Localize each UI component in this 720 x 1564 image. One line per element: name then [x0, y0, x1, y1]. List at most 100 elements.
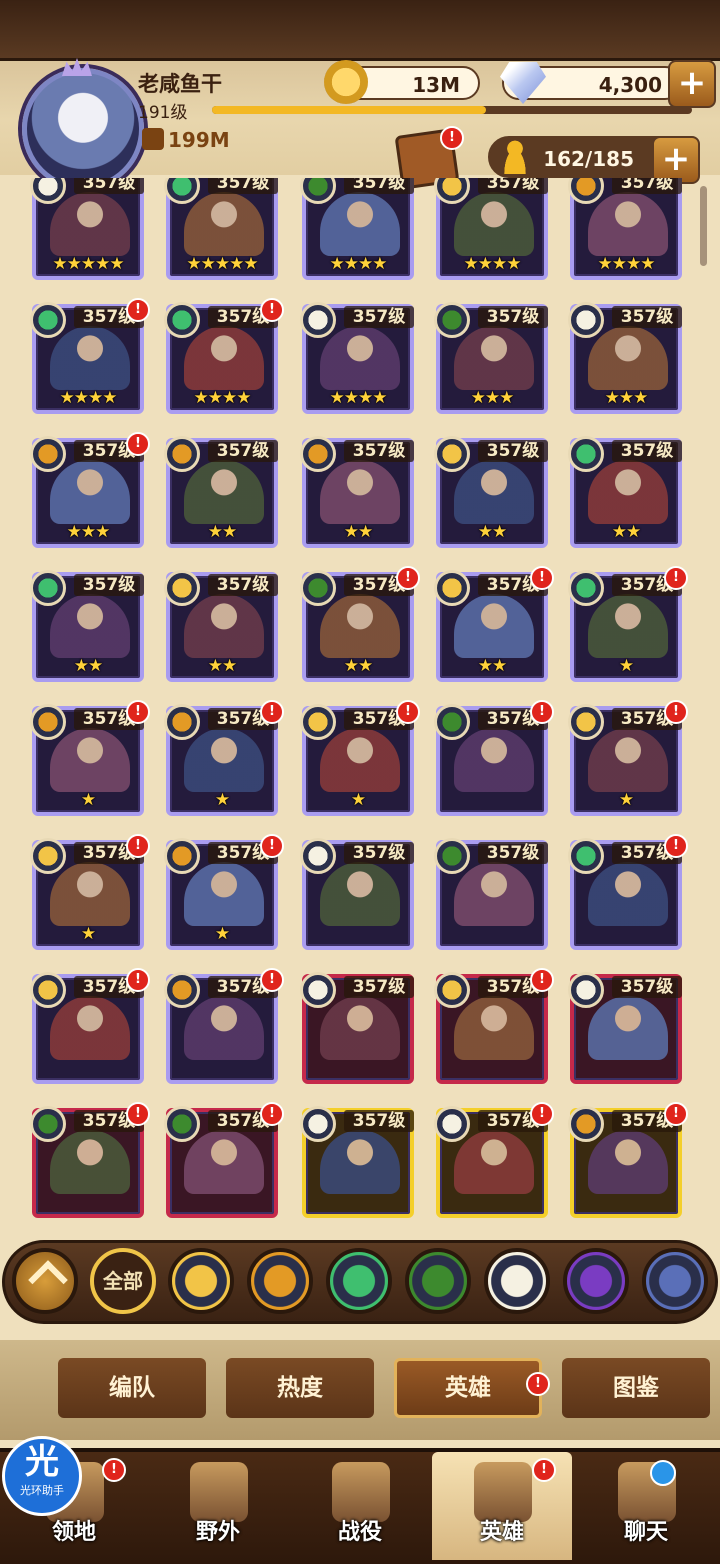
- hero-card[interactable]: 357级!: [164, 1102, 284, 1218]
- hero-card[interactable]: 357级 ★!: [300, 700, 420, 816]
- assistant-button[interactable]: 光 光环助手: [2, 1436, 82, 1516]
- hero-card[interactable]: 357级: [300, 1106, 414, 1218]
- hero-card[interactable]: 357级 ★★★!: [30, 432, 150, 548]
- hero-level: 357级: [344, 842, 414, 864]
- hero-card[interactable]: 357级 ★!: [30, 834, 150, 950]
- gold-coin-icon: [324, 60, 368, 104]
- filter-dimensional-button[interactable]: [642, 1248, 708, 1314]
- hero-card[interactable]: 357级: [434, 838, 548, 950]
- hero-card[interactable]: 357级 ★★: [300, 436, 414, 548]
- hero-card[interactable]: 357级 ★★★★★: [164, 178, 278, 280]
- hero-card[interactable]: 357级 ★★★★: [434, 178, 548, 280]
- nav-chat[interactable]: 聊天: [576, 1452, 716, 1560]
- hero-stars: ★★: [73, 656, 103, 676]
- mauler-faction-icon: [568, 1106, 604, 1142]
- hero-card[interactable]: 357级!: [434, 1102, 554, 1218]
- graveborn-faction-icon: [434, 704, 470, 740]
- wilder-faction-icon: [568, 838, 604, 874]
- filter-hypogean-button[interactable]: [563, 1248, 629, 1314]
- hero-card[interactable]: 357级!: [30, 1102, 150, 1218]
- hero-card[interactable]: 357级 ★!: [30, 700, 150, 816]
- hero-alert-badge: !: [530, 1102, 554, 1126]
- hero-portrait: [184, 996, 264, 1060]
- player-avatar[interactable]: [22, 68, 144, 190]
- hero-stars: ★: [80, 924, 96, 944]
- add-hero-slots-button[interactable]: +: [652, 136, 700, 184]
- hero-card[interactable]: 357级 ★★★★: [300, 178, 414, 280]
- hero-portrait: [588, 192, 668, 256]
- hero-portrait: [50, 996, 130, 1060]
- hero-stars: ★★★★: [329, 388, 388, 408]
- hero-card[interactable]: 357级 ★★★: [434, 302, 548, 414]
- hero-portrait: [588, 728, 668, 792]
- hero-card[interactable]: 357级 ★!: [164, 834, 284, 950]
- collapse-filter-button[interactable]: [12, 1248, 78, 1314]
- hero-card[interactable]: 357级!: [568, 1102, 688, 1218]
- hero-card[interactable]: 357级 ★!: [568, 566, 688, 682]
- nav-wilds[interactable]: 野外: [148, 1452, 288, 1560]
- hero-alert-badge: !: [260, 700, 284, 724]
- filter-lightbearer-button[interactable]: [168, 1248, 234, 1314]
- filter-all-button[interactable]: 全部: [90, 1248, 156, 1314]
- hero-alert-badge: !: [664, 566, 688, 590]
- hero-stars: ★★★★: [59, 388, 118, 408]
- hero-card[interactable]: 357级 ★★!: [434, 566, 554, 682]
- hero-card[interactable]: 357级 ★★★★★: [30, 178, 144, 280]
- hero-level: 357级: [478, 178, 548, 194]
- hero-stars: ★★★★: [193, 388, 252, 408]
- hero-card[interactable]: 357级: [568, 972, 682, 1084]
- hero-card[interactable]: 357级 ★★: [30, 570, 144, 682]
- hero-card[interactable]: 357级!: [434, 700, 554, 816]
- graveborn-faction-icon: [434, 302, 470, 338]
- filter-celestial-button[interactable]: [484, 1248, 550, 1314]
- hero-card[interactable]: 357级!: [434, 968, 554, 1084]
- hero-portrait: [50, 326, 130, 390]
- hero-card[interactable]: 357级 ★★: [164, 436, 278, 548]
- tab-popularity[interactable]: 热度: [226, 1358, 374, 1418]
- hero-card[interactable]: 357级: [300, 972, 414, 1084]
- filter-wilder-button[interactable]: [326, 1248, 392, 1314]
- hero-portrait: [184, 326, 264, 390]
- hero-card[interactable]: 357级!: [164, 968, 284, 1084]
- sword-shield-icon: [332, 1462, 390, 1522]
- hero-card[interactable]: 357级 ★!: [568, 700, 688, 816]
- hero-alert-badge: !: [260, 1102, 284, 1126]
- hero-portrait: [184, 460, 264, 524]
- hero-grid: 357级 ★★★★★ 357级 ★★★★★ 357级 ★★★★ 357级 ★★★★ 357级 ★★…: [26, 178, 696, 1218]
- grid-scrollbar[interactable]: [700, 186, 707, 266]
- hero-card[interactable]: 357级!: [30, 968, 150, 1084]
- wilder-faction-icon: [30, 570, 66, 606]
- add-gems-button[interactable]: +: [668, 60, 716, 108]
- nav-campaign[interactable]: 战役: [290, 1452, 430, 1560]
- tab-collection[interactable]: 图鉴: [562, 1358, 710, 1418]
- hero-card[interactable]: 357级!: [568, 834, 688, 950]
- hero-card[interactable]: 357级 ★★★★: [300, 302, 414, 414]
- hero-portrait: [50, 728, 130, 792]
- hero-stars: ★★: [343, 656, 373, 676]
- hero-card[interactable]: 357级 ★★★: [568, 302, 682, 414]
- hero-card[interactable]: 357级 ★★★★!: [30, 298, 150, 414]
- hero-alert-badge: !: [126, 968, 150, 992]
- hero-alert-badge: !: [396, 566, 420, 590]
- tab-heroes[interactable]: 英雄: [394, 1358, 542, 1418]
- hero-card[interactable]: 357级 ★★★★!: [164, 298, 284, 414]
- tab-formation[interactable]: 编队: [58, 1358, 206, 1418]
- filter-graveborn-button[interactable]: [405, 1248, 471, 1314]
- hero-portrait: [320, 326, 400, 390]
- hero-portrait: [184, 1130, 264, 1194]
- hero-card[interactable]: 357级 ★★: [164, 570, 278, 682]
- mauler-faction-icon: [30, 704, 66, 740]
- hero-card[interactable]: 357级: [300, 838, 414, 950]
- hero-stars: ★★★: [604, 388, 649, 408]
- hero-card[interactable]: 357级 ★!: [164, 700, 284, 816]
- hero-level: 357级: [478, 842, 548, 864]
- hero-card[interactable]: 357级 ★★: [434, 436, 548, 548]
- filter-mauler-button[interactable]: [247, 1248, 313, 1314]
- helmet-icon: [474, 1462, 532, 1522]
- hero-portrait: [588, 996, 668, 1060]
- hero-card[interactable]: 357级 ★★★★: [568, 178, 682, 280]
- hero-card[interactable]: 357级 ★★: [568, 436, 682, 548]
- hero-portrait: [454, 728, 534, 792]
- hero-level: 357级: [344, 306, 414, 328]
- hero-card[interactable]: 357级 ★★!: [300, 566, 420, 682]
